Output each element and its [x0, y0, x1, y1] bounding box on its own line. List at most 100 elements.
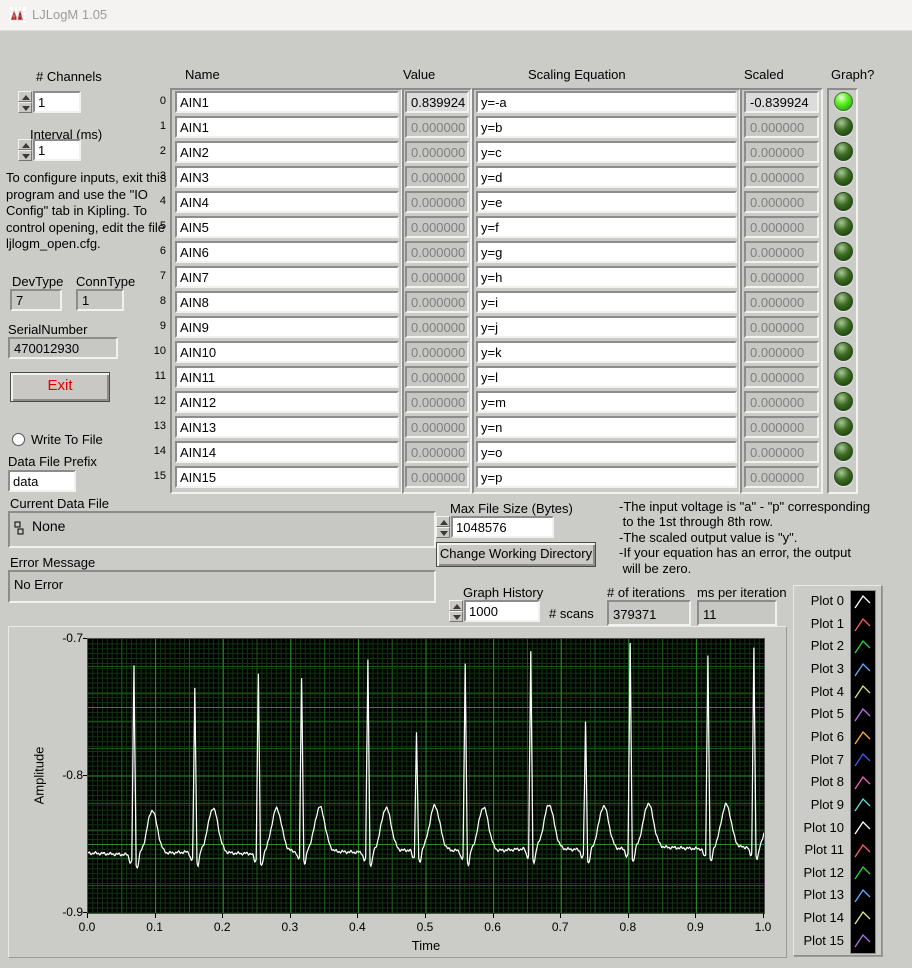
legend-plot-label[interactable]: Plot 11 [794, 842, 844, 857]
legend-plot-label[interactable]: Plot 9 [794, 797, 844, 812]
legend-line-sample[interactable] [851, 659, 875, 681]
channel-name-input[interactable] [175, 416, 399, 438]
legend-plot-label[interactable]: Plot 15 [794, 933, 844, 948]
legend-line-sample[interactable] [851, 636, 875, 658]
scaling-equation-input[interactable] [476, 341, 737, 363]
legend-line-sample[interactable] [851, 704, 875, 726]
legend-line-sample[interactable] [851, 681, 875, 703]
scaling-equation-input[interactable] [476, 241, 737, 263]
scaling-equation-input[interactable] [476, 366, 737, 388]
channel-name-input[interactable] [175, 466, 399, 488]
legend-plot-label[interactable]: Plot 1 [794, 616, 844, 631]
legend-plot-label[interactable]: Plot 2 [794, 638, 844, 653]
legend-line-sample[interactable] [851, 727, 875, 749]
legend-line-sample[interactable] [851, 930, 875, 952]
legend-plot-label[interactable]: Plot 12 [794, 865, 844, 880]
graph-led[interactable] [834, 317, 853, 336]
max-file-size-stepper[interactable] [436, 516, 450, 538]
exit-button[interactable]: Exit [10, 372, 110, 402]
legend-line-sample[interactable] [851, 614, 875, 636]
graph-led[interactable] [834, 192, 853, 211]
plot-area[interactable] [87, 638, 765, 914]
scaling-equation-input[interactable] [476, 441, 737, 463]
legend-plot-label[interactable]: Plot 5 [794, 706, 844, 721]
legend-plot-label[interactable]: Plot 13 [794, 887, 844, 902]
legend-line-sample[interactable] [851, 794, 875, 816]
scaling-equation-input[interactable] [476, 291, 737, 313]
scaling-equation-input[interactable] [476, 116, 737, 138]
increment-icon[interactable] [18, 139, 32, 150]
graph-led[interactable] [834, 242, 853, 261]
graph-led[interactable] [834, 117, 853, 136]
decrement-icon[interactable] [18, 102, 32, 113]
scaling-equation-input[interactable] [476, 191, 737, 213]
legend-line-sample[interactable] [851, 907, 875, 929]
channel-name-input[interactable] [175, 291, 399, 313]
channels-input[interactable] [33, 91, 81, 113]
channel-name-input[interactable] [175, 116, 399, 138]
change-working-directory-button[interactable]: Change Working Directory [436, 542, 596, 567]
scaling-equation-input[interactable] [476, 141, 737, 163]
graph-led[interactable] [834, 342, 853, 361]
graph-history-input[interactable] [464, 600, 540, 622]
legend-line-sample[interactable] [851, 772, 875, 794]
legend-line-sample[interactable] [851, 817, 875, 839]
legend-plot-label[interactable]: Plot 0 [794, 593, 844, 608]
channel-name-input[interactable] [175, 216, 399, 238]
scaling-equation-input[interactable] [476, 466, 737, 488]
graph-led[interactable] [834, 292, 853, 311]
graph-led[interactable] [834, 267, 853, 286]
channel-name-input[interactable] [175, 91, 399, 113]
legend-line-sample[interactable] [851, 591, 875, 613]
scaling-equation-input[interactable] [476, 391, 737, 413]
scaling-equation-input[interactable] [476, 91, 737, 113]
scaling-equation-input[interactable] [476, 416, 737, 438]
scaling-equation-input[interactable] [476, 166, 737, 188]
graph-led[interactable] [834, 92, 853, 111]
graph-led[interactable] [834, 217, 853, 236]
graph-led[interactable] [834, 467, 853, 486]
legend-plot-label[interactable]: Plot 14 [794, 910, 844, 925]
graph-led[interactable] [834, 417, 853, 436]
channel-name-input[interactable] [175, 191, 399, 213]
legend-plot-label[interactable]: Plot 10 [794, 820, 844, 835]
scaling-equation-input[interactable] [476, 266, 737, 288]
channels-stepper[interactable] [18, 91, 32, 113]
channel-name-input[interactable] [175, 366, 399, 388]
graph-led[interactable] [834, 442, 853, 461]
increment-icon[interactable] [436, 516, 450, 527]
decrement-icon[interactable] [18, 150, 32, 161]
channel-name-input[interactable] [175, 391, 399, 413]
legend-line-sample[interactable] [851, 862, 875, 884]
legend-line-sample[interactable] [851, 840, 875, 862]
legend-line-sample[interactable] [851, 749, 875, 771]
interval-input[interactable] [33, 139, 81, 161]
graph-led[interactable] [834, 367, 853, 386]
decrement-icon[interactable] [436, 527, 450, 538]
legend-plot-label[interactable]: Plot 8 [794, 774, 844, 789]
graph-led[interactable] [834, 392, 853, 411]
channel-name-input[interactable] [175, 341, 399, 363]
channel-name-input[interactable] [175, 316, 399, 338]
graph-led[interactable] [834, 167, 853, 186]
decrement-icon[interactable] [449, 611, 463, 622]
channel-name-input[interactable] [175, 141, 399, 163]
channel-name-input[interactable] [175, 441, 399, 463]
interval-stepper[interactable] [18, 139, 32, 161]
legend-plot-label[interactable]: Plot 6 [794, 729, 844, 744]
legend-plot-label[interactable]: Plot 3 [794, 661, 844, 676]
write-to-file-radio[interactable] [12, 433, 25, 446]
legend-line-sample[interactable] [851, 885, 875, 907]
increment-icon[interactable] [449, 600, 463, 611]
graph-led[interactable] [834, 142, 853, 161]
increment-icon[interactable] [18, 91, 32, 102]
max-file-size-input[interactable] [451, 516, 554, 538]
graph-history-stepper[interactable] [449, 600, 463, 622]
legend-plot-label[interactable]: Plot 7 [794, 752, 844, 767]
channel-name-input[interactable] [175, 166, 399, 188]
channel-name-input[interactable] [175, 241, 399, 263]
scaling-equation-input[interactable] [476, 216, 737, 238]
data-file-prefix-input[interactable] [8, 470, 76, 492]
channel-name-input[interactable] [175, 266, 399, 288]
scaling-equation-input[interactable] [476, 316, 737, 338]
